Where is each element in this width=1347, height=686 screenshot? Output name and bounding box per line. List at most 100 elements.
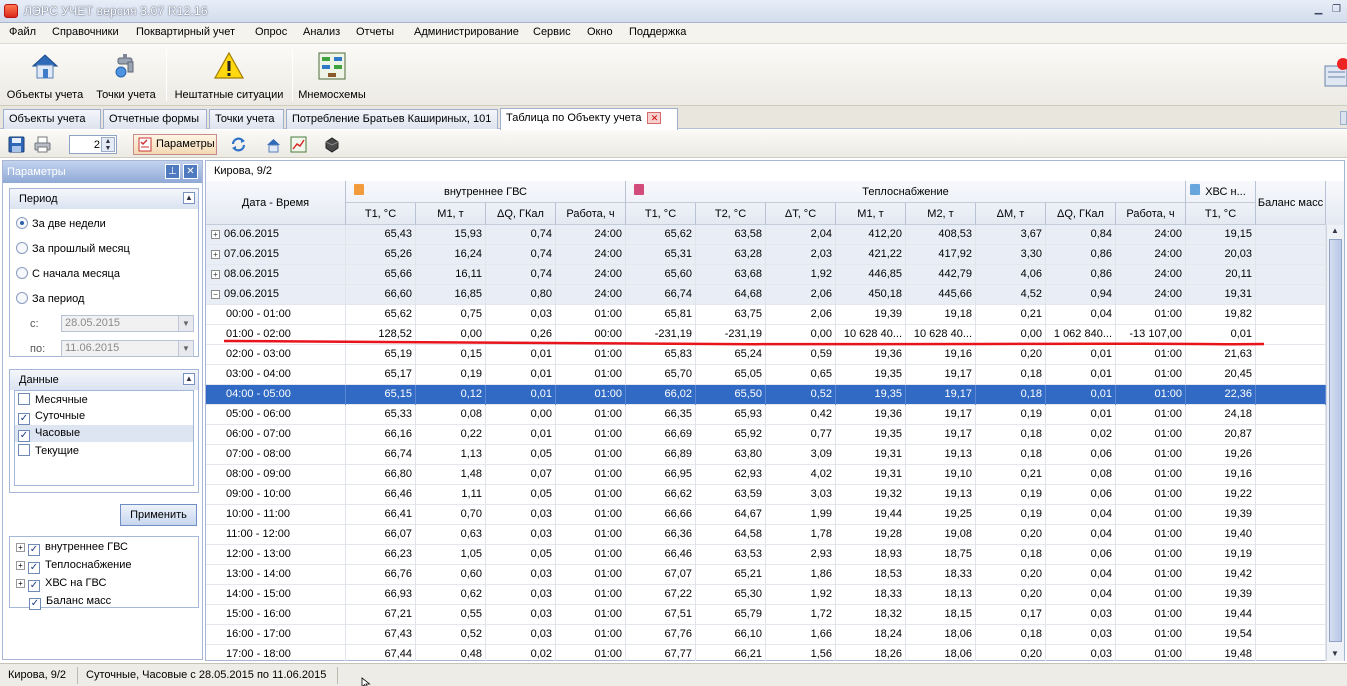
- hourly-row[interactable]: 17:00 - 18:00 67,44 0,48 0,02 01:00 67,77 66,2…: [206, 645, 1326, 661]
- minimize-icon[interactable]: ▁: [1311, 4, 1326, 18]
- date-from-field[interactable]: 28.05.2015 ▼: [61, 315, 194, 332]
- column-header[interactable]: ΔТ, °С: [766, 203, 836, 225]
- emergency-button[interactable]: Нештатные ситуации: [171, 48, 287, 104]
- print-icon[interactable]: [34, 136, 51, 153]
- hourly-row[interactable]: 08:00 - 09:00 66,80 1,48 0,07 01:00 66,95 62,9…: [206, 465, 1326, 485]
- pin-icon[interactable]: ⊥: [165, 164, 180, 179]
- save-icon[interactable]: [8, 136, 25, 153]
- export-icon[interactable]: [323, 136, 340, 153]
- tab-consumption[interactable]: Потребление Братьев Кашириных, 101: [286, 109, 498, 129]
- expand-icon[interactable]: +: [16, 579, 25, 588]
- data-monthly[interactable]: Месячные: [15, 391, 193, 408]
- spinner-arrows-icon[interactable]: ▲ ▼: [101, 137, 115, 152]
- hourly-row[interactable]: 13:00 - 14:00 66,76 0,60 0,03 01:00 67,07 65,2…: [206, 565, 1326, 585]
- period-count-input[interactable]: [72, 137, 100, 152]
- menu-analysis[interactable]: Анализ: [301, 26, 342, 38]
- checkbox-checked-icon[interactable]: ✓: [28, 580, 40, 592]
- hourly-row[interactable]: 10:00 - 11:00 66,41 0,70 0,03 01:00 66,66 64,6…: [206, 505, 1326, 525]
- period-month-start[interactable]: С начала месяца: [16, 267, 120, 280]
- hourly-row[interactable]: 06:00 - 07:00 66,16 0,22 0,01 01:00 66,69 65,9…: [206, 425, 1326, 445]
- expand-icon[interactable]: +: [211, 270, 220, 279]
- column-header[interactable]: Т2, °С: [696, 203, 766, 225]
- tree-item-gvs[interactable]: + ✓ внутреннее ГВС: [16, 541, 128, 556]
- collapse-icon[interactable]: ▲: [183, 192, 195, 204]
- tree-item-hvs[interactable]: + ✓ ХВС на ГВС: [16, 577, 106, 592]
- column-header-datetime[interactable]: Дата - Время: [206, 181, 346, 225]
- column-header[interactable]: М1, т: [416, 203, 486, 225]
- expand-icon[interactable]: +: [16, 543, 25, 552]
- hourly-row[interactable]: 16:00 - 17:00 67,43 0,52 0,03 01:00 67,76 66,1…: [206, 625, 1326, 645]
- column-header[interactable]: Т1, °С: [1186, 203, 1256, 225]
- collapse-icon[interactable]: −: [211, 290, 220, 299]
- expand-icon[interactable]: +: [211, 250, 220, 259]
- period-custom[interactable]: За период: [16, 292, 84, 305]
- dropdown-arrow-icon[interactable]: ▼: [178, 316, 193, 331]
- apply-button[interactable]: Применить: [120, 504, 197, 526]
- hourly-row[interactable]: 07:00 - 08:00 66,74 1,13 0,05 01:00 66,89 63,8…: [206, 445, 1326, 465]
- points-button[interactable]: Точки учета: [92, 48, 160, 104]
- tab-report-forms[interactable]: Отчетные формы: [103, 109, 207, 129]
- collapse-icon[interactable]: ▲: [183, 373, 195, 385]
- hourly-row[interactable]: 01:00 - 02:00 128,52 0,00 0,26 00:00 -231,19-…: [206, 325, 1326, 345]
- mnemo-button[interactable]: Мнемосхемы: [297, 48, 367, 104]
- hourly-row[interactable]: 04:00 - 05:00 65,15 0,12 0,01 01:00 66,02 65,5…: [206, 385, 1326, 405]
- vertical-scrollbar[interactable]: ▲ ▼: [1326, 225, 1344, 661]
- menu-directories[interactable]: Справочники: [50, 26, 121, 38]
- refresh-icon[interactable]: [230, 136, 247, 153]
- tree-item-balance[interactable]: ✓ Баланс масс: [29, 595, 111, 610]
- tab-scroll-button[interactable]: [1340, 111, 1347, 125]
- data-daily[interactable]: ✓ Суточные: [15, 408, 193, 425]
- menu-window[interactable]: Окно: [585, 26, 615, 38]
- column-header[interactable]: Работа, ч: [1116, 203, 1186, 225]
- restore-icon[interactable]: ❐: [1329, 4, 1344, 18]
- column-header[interactable]: М1, т: [836, 203, 906, 225]
- hourly-row[interactable]: 12:00 - 13:00 66,23 1,05 0,05 01:00 66,46 63,5…: [206, 545, 1326, 565]
- parameters-button[interactable]: Параметры: [133, 134, 217, 155]
- checkbox-icon[interactable]: [18, 393, 30, 405]
- menu-apartment[interactable]: Поквартирный учет: [134, 26, 237, 38]
- object-home-icon[interactable]: [265, 136, 282, 153]
- menu-support[interactable]: Поддержка: [627, 26, 688, 38]
- checkbox-checked-icon[interactable]: ✓: [18, 413, 30, 425]
- tab-points[interactable]: Точки учета: [209, 109, 284, 129]
- daily-row[interactable]: −09.06.2015 66,60 16,85 0,80 24:00 66,74 64,68…: [206, 285, 1326, 305]
- data-header[interactable]: Данные ▲: [10, 370, 198, 390]
- daily-row[interactable]: +06.06.2015 65,43 15,93 0,74 24:00 65,62 63,58…: [206, 225, 1326, 245]
- checkbox-checked-icon[interactable]: ✓: [29, 598, 41, 610]
- data-current[interactable]: Текущие: [15, 442, 193, 459]
- checkbox-checked-icon[interactable]: ✓: [18, 430, 30, 442]
- hourly-row[interactable]: 15:00 - 16:00 67,21 0,55 0,03 01:00 67,51 65,7…: [206, 605, 1326, 625]
- dropdown-arrow-icon[interactable]: ▼: [178, 341, 193, 356]
- expand-icon[interactable]: +: [16, 561, 25, 570]
- menu-service[interactable]: Сервис: [531, 26, 573, 38]
- daily-row[interactable]: +07.06.2015 65,26 16,24 0,74 24:00 65,31 63,28…: [206, 245, 1326, 265]
- tree-item-heat[interactable]: + ✓ Теплоснабжение: [16, 559, 132, 574]
- checkbox-icon[interactable]: [18, 444, 30, 456]
- scroll-down-icon[interactable]: ▼: [1331, 649, 1339, 658]
- period-last-month[interactable]: За прошлый месяц: [16, 242, 130, 255]
- notification-icon[interactable]: [1323, 58, 1347, 88]
- hourly-row[interactable]: 00:00 - 01:00 65,62 0,75 0,03 01:00 65,81 63,7…: [206, 305, 1326, 325]
- hourly-row[interactable]: 02:00 - 03:00 65,19 0,15 0,01 01:00 65,83 65,2…: [206, 345, 1326, 365]
- checkbox-checked-icon[interactable]: ✓: [28, 562, 40, 574]
- daily-row[interactable]: +08.06.2015 65,66 16,11 0,74 24:00 65,60 63,68…: [206, 265, 1326, 285]
- close-tab-icon[interactable]: ✕: [647, 112, 662, 125]
- hourly-row[interactable]: 11:00 - 12:00 66,07 0,63 0,03 01:00 66,36 64,5…: [206, 525, 1326, 545]
- column-header[interactable]: Работа, ч: [556, 203, 626, 225]
- column-header[interactable]: ΔQ, ГКал: [1046, 203, 1116, 225]
- data-hourly[interactable]: ✓ Часовые: [15, 425, 193, 442]
- menu-reports[interactable]: Отчеты: [354, 26, 396, 38]
- scroll-up-icon[interactable]: ▲: [1331, 226, 1339, 235]
- period-header[interactable]: Период ▲: [10, 189, 198, 209]
- hourly-row[interactable]: 14:00 - 15:00 66,93 0,62 0,03 01:00 67,22 65,3…: [206, 585, 1326, 605]
- tab-objects[interactable]: Объекты учета: [3, 109, 101, 129]
- column-header[interactable]: М2, т: [906, 203, 976, 225]
- menu-admin[interactable]: Администрирование: [412, 26, 521, 38]
- hourly-row[interactable]: 05:00 - 06:00 65,33 0,08 0,00 01:00 66,35 65,9…: [206, 405, 1326, 425]
- scrollbar-thumb[interactable]: [1329, 239, 1342, 642]
- column-header[interactable]: Т1, °С: [346, 203, 416, 225]
- expand-icon[interactable]: +: [211, 230, 220, 239]
- close-icon[interactable]: ✕: [183, 164, 198, 179]
- chart-icon[interactable]: [290, 136, 307, 153]
- column-header[interactable]: ΔМ, т: [976, 203, 1046, 225]
